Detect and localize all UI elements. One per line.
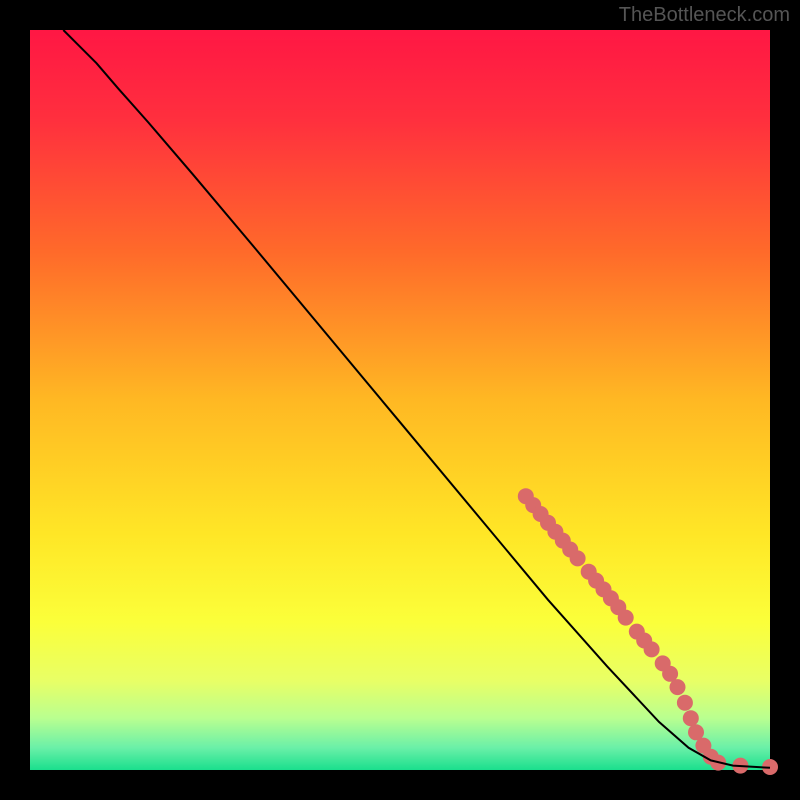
marker-dot (670, 679, 686, 695)
marker-dot (618, 610, 634, 626)
marker-dot (570, 550, 586, 566)
marker-dot (677, 695, 693, 711)
chart-svg (0, 0, 800, 800)
marker-dot (683, 710, 699, 726)
chart-frame: TheBottleneck.com (0, 0, 800, 800)
marker-dot (644, 641, 660, 657)
attribution-label: TheBottleneck.com (619, 4, 790, 27)
